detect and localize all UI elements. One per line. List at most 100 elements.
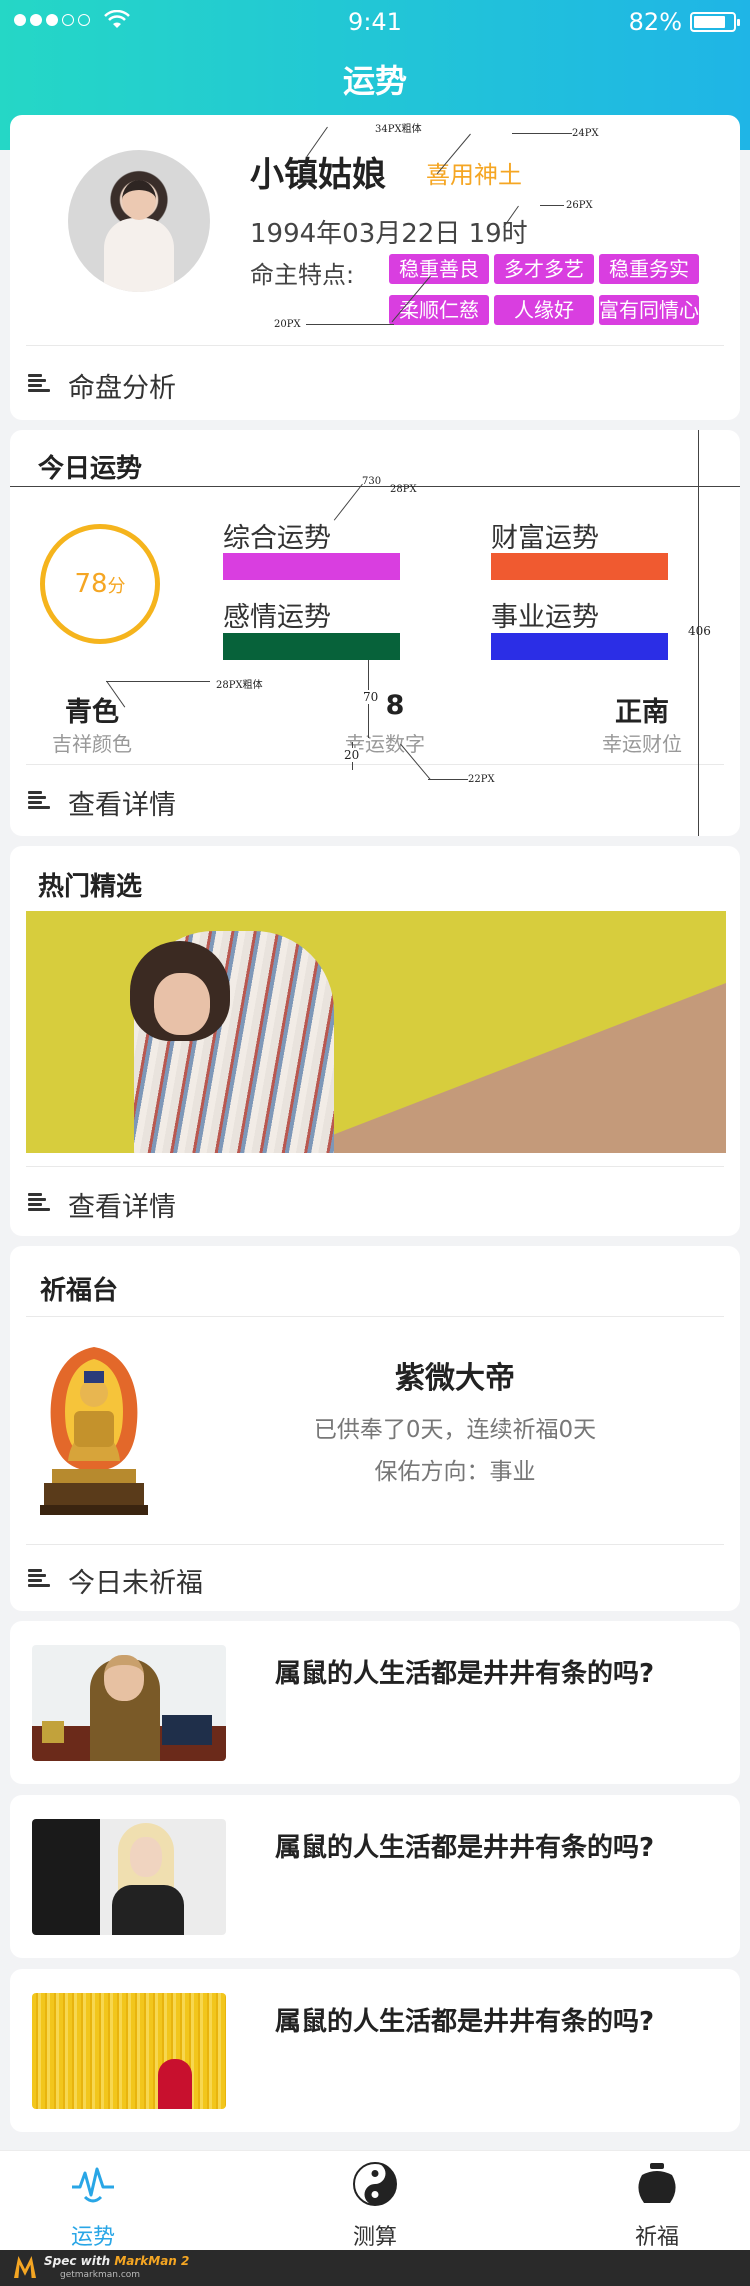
tab-label: 运势	[70, 2225, 115, 2250]
annotation-line	[106, 681, 210, 682]
pray-status-link[interactable]: 今日未祈福	[10, 1545, 740, 1609]
markman-site: getmarkman.com	[60, 2270, 141, 2280]
status-bar: 9:41 82%	[0, 0, 750, 44]
battery-icon	[690, 12, 740, 32]
markman-text-a: Spec with	[44, 2254, 115, 2268]
hot-detail-link[interactable]: 查看详情	[10, 1167, 740, 1235]
score-unit: 分	[107, 576, 126, 597]
birth-datetime: 1994年03月22日 19时	[250, 219, 528, 249]
section-title: 祈福台	[40, 1276, 119, 1306]
battery-percent: 82%	[628, 8, 682, 36]
fortune-label-love: 感情运势	[223, 602, 331, 633]
chart-analysis-label: 命盘分析	[68, 373, 176, 404]
list-icon	[28, 374, 50, 392]
pray-status-label: 今日未祈福	[68, 1568, 203, 1599]
article-card[interactable]: 属鼠的人生活都是井井有条的吗?	[10, 1621, 740, 1784]
incense-pot-icon	[638, 2163, 676, 2203]
featured-image[interactable]	[26, 911, 726, 1153]
annotation-label: 34PX粗体	[375, 124, 422, 135]
annotation-label: 28PX	[390, 484, 417, 495]
trait-tag: 多才多艺	[494, 254, 594, 284]
annotation-label: 28PX粗体	[216, 680, 263, 691]
article-thumbnail	[32, 1819, 226, 1935]
annotation-line	[428, 779, 468, 780]
article-thumbnail	[32, 1993, 226, 2109]
image-wall-shape	[286, 983, 726, 1153]
profile-card: 小镇姑娘 喜用神土 1994年03月22日 19时 命主特点: 稳重善良 多才多…	[10, 115, 740, 420]
annotation-line	[540, 205, 564, 206]
tab-prayer[interactable]: 祈福	[582, 2161, 732, 2251]
trait-tag: 稳重善良	[389, 254, 489, 284]
pulse-icon	[72, 2167, 114, 2203]
article-title: 属鼠的人生活都是井井有条的吗?	[275, 1833, 655, 1863]
prayer-card: 祈福台 紫微大帝 已供奉了0天，连续祈福0天 保佑方向：事业 今日未祈福	[10, 1246, 740, 1611]
annotation-label: 70	[363, 690, 379, 704]
thumbnail-face	[104, 1655, 144, 1701]
annotation-label: 20	[344, 748, 360, 762]
battery-status: 82%	[628, 8, 740, 36]
offering-days: 已供奉了0天，连续祈福0天	[313, 1417, 597, 1443]
score-ring: 78分	[40, 524, 160, 644]
thumbnail-cup	[42, 1721, 64, 1743]
fortune-label-overall: 综合运势	[223, 523, 331, 554]
annotation-label: 20PX	[274, 319, 301, 330]
markman-footer: Spec with MarkMan 2 getmarkman.com	[0, 2250, 750, 2286]
deity-statue-image[interactable]	[34, 1341, 154, 1519]
lucky-number-caption: 幸运数字	[345, 732, 425, 756]
annotation-line	[512, 133, 572, 134]
thumbnail-jacket	[112, 1885, 184, 1935]
lucky-color-caption: 吉祥颜色	[52, 732, 132, 756]
thumbnail-book	[162, 1715, 212, 1745]
markman-logo	[14, 2256, 36, 2278]
fortune-bar-wealth	[491, 553, 668, 580]
markman-text: Spec with MarkMan 2	[44, 2254, 189, 2268]
today-fortune-card: 今日运势 78分 综合运势 财富运势 感情运势 事业运势 青色 吉祥颜色 8 幸…	[10, 430, 740, 836]
hot-picks-card: 热门精选 查看详情	[10, 846, 740, 1236]
trait-tag: 稳重务实	[599, 254, 699, 284]
tab-bar: 运势 测算 祈福	[0, 2150, 750, 2250]
fortune-label-wealth: 财富运势	[491, 523, 599, 554]
fortune-label-career: 事业运势	[491, 602, 599, 633]
fortune-bar-overall	[223, 553, 400, 580]
detail-label: 查看详情	[68, 1192, 176, 1223]
trait-tag: 柔顺仁慈	[389, 295, 489, 325]
detail-label: 查看详情	[68, 790, 176, 821]
tab-label: 祈福	[634, 2225, 679, 2250]
article-thumbnail	[32, 1645, 226, 1761]
trait-tag: 富有同情心	[599, 295, 699, 325]
list-icon	[28, 1569, 50, 1587]
battery-fill	[694, 16, 726, 28]
article-title: 属鼠的人生活都是井井有条的吗?	[275, 1659, 655, 1689]
lucky-number: 8	[385, 690, 405, 721]
article-card[interactable]: 属鼠的人生活都是井井有条的吗?	[10, 1795, 740, 1958]
avatar-body	[104, 218, 174, 292]
traits-label: 命主特点:	[250, 261, 355, 289]
today-detail-link[interactable]: 查看详情	[10, 765, 740, 835]
user-name: 小镇姑娘	[250, 155, 386, 195]
annotation-label: 24PX	[572, 128, 599, 139]
fortune-score: 78分	[45, 529, 155, 639]
annotation-label: 22PX	[468, 774, 495, 785]
article-card[interactable]: 属鼠的人生活都是井井有条的吗?	[10, 1969, 740, 2132]
thumbnail-figure	[158, 2059, 192, 2109]
list-icon	[28, 1193, 50, 1211]
divider	[26, 1316, 724, 1317]
avatar[interactable]	[68, 150, 210, 292]
blessing-direction: 保佑方向：事业	[374, 1459, 536, 1485]
favorable-element: 喜用神土	[426, 161, 522, 189]
score-value: 78	[74, 569, 108, 599]
page-title: 运势	[342, 62, 407, 100]
tab-calculate[interactable]: 测算	[300, 2161, 450, 2251]
annotation-label: 730	[362, 476, 382, 487]
list-icon	[28, 791, 50, 809]
trait-tag: 人缘好	[494, 295, 594, 325]
tab-fortune[interactable]: 运势	[18, 2161, 168, 2251]
deity-name: 紫微大帝	[395, 1361, 515, 1396]
markman-text-b: MarkMan 2	[114, 2254, 190, 2268]
article-title: 属鼠的人生活都是井井有条的吗?	[275, 2007, 655, 2037]
section-title: 今日运势	[38, 454, 143, 484]
lucky-direction: 正南	[615, 697, 669, 728]
chart-analysis-link[interactable]: 命盘分析	[10, 346, 740, 418]
thumbnail-face	[130, 1837, 162, 1877]
lucky-direction-caption: 幸运财位	[602, 732, 682, 756]
